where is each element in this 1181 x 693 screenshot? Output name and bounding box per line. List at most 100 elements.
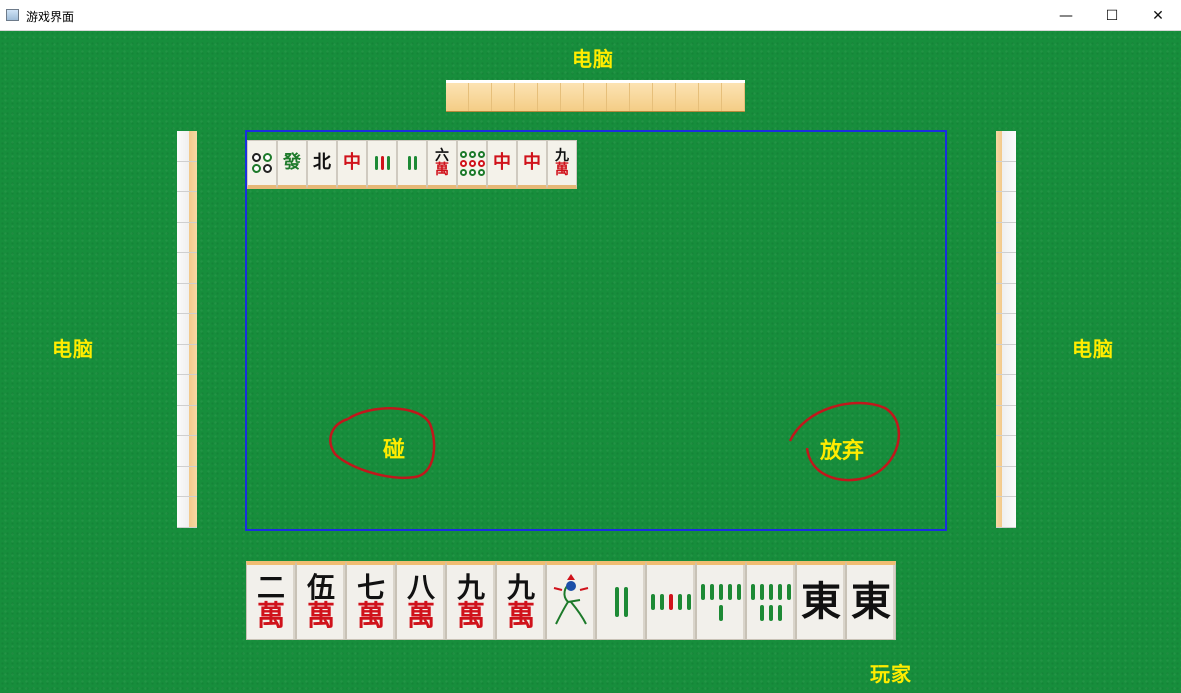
hand-tile[interactable]: 東	[796, 561, 846, 640]
window-titlebar: 游戏界面 — ☐ ✕	[0, 0, 1181, 31]
bamboo-stick	[787, 583, 791, 600]
tile-character: 中	[493, 152, 511, 173]
game-table: 电脑 电脑 电脑 玩家 發北中六萬中中九萬 碰 放弃 二萬伍萬七萬八萬九萬九萬東…	[0, 31, 1181, 693]
circle-dot	[459, 159, 467, 167]
hand-tile[interactable]: 七萬	[346, 561, 396, 640]
tile-number: 九	[506, 571, 535, 604]
bamboo-icon	[601, 587, 641, 617]
tile-back	[177, 375, 197, 406]
bamboo-stick	[614, 587, 619, 617]
discard-tile: 九萬	[547, 140, 577, 189]
tile-character: 中	[343, 152, 361, 173]
tile-back	[177, 405, 197, 436]
hand-tile[interactable]	[746, 561, 796, 640]
bamboo-stick	[769, 583, 773, 600]
tile-back	[996, 344, 1016, 375]
tile-character: 東	[801, 578, 841, 625]
hand-tile[interactable]: 九萬	[496, 561, 546, 640]
circle-dot	[468, 159, 476, 167]
tile-back	[630, 83, 653, 111]
tile-back	[177, 161, 197, 192]
tile-number: 八	[406, 571, 435, 604]
tile-back	[676, 83, 699, 111]
hand-tile[interactable]: 伍萬	[296, 561, 346, 640]
right-player-hand	[996, 131, 1016, 528]
tile-back	[177, 131, 197, 162]
tile-back	[996, 436, 1016, 467]
bamboo-icon	[370, 156, 394, 170]
bamboo-stick	[386, 156, 390, 170]
discard-tile: 發	[277, 140, 307, 189]
tile-back	[469, 83, 492, 111]
bamboo-stick	[407, 156, 411, 170]
tile-back	[996, 405, 1016, 436]
tile-back	[584, 83, 607, 111]
circle-dot	[252, 164, 261, 173]
tile-back	[177, 314, 197, 345]
tile-suit: 萬	[306, 599, 335, 632]
tile-back	[996, 314, 1016, 345]
hand-tile[interactable]: 東	[846, 561, 896, 640]
hand-tile[interactable]: 二萬	[246, 561, 296, 640]
bamboo-stick	[760, 583, 764, 600]
discard-tile: 六萬	[427, 140, 457, 189]
tile-back	[538, 83, 561, 111]
discard-tile	[397, 140, 427, 189]
bamboo-stick	[778, 583, 782, 600]
tile-back	[177, 466, 197, 497]
tile-back	[177, 253, 197, 284]
maximize-button[interactable]: ☐	[1089, 0, 1135, 31]
circle-dot	[459, 168, 467, 176]
left-player-label: 电脑	[52, 337, 94, 361]
bamboo-stick	[660, 594, 664, 610]
circle-dot	[468, 168, 476, 176]
bamboo-stick	[687, 594, 691, 610]
hand-tile[interactable]: 九萬	[446, 561, 496, 640]
tile-back	[722, 83, 745, 111]
tile-back	[996, 497, 1016, 528]
tile-back	[177, 192, 197, 223]
discard-tile	[247, 140, 277, 189]
circle-dot	[263, 153, 272, 162]
tile-back	[996, 222, 1016, 253]
tile-suit: 萬	[555, 162, 569, 178]
right-player-label: 电脑	[1072, 337, 1114, 361]
discard-pile: 發北中六萬中中九萬	[247, 140, 577, 189]
bamboo-stick	[737, 583, 741, 600]
hand-tile[interactable]	[596, 561, 646, 640]
bamboo-icon	[400, 156, 424, 170]
bamboo-stick	[380, 156, 384, 170]
discard-tile	[367, 140, 397, 189]
hand-tile[interactable]	[546, 561, 596, 640]
app-icon	[6, 9, 19, 21]
close-button[interactable]: ✕	[1135, 0, 1181, 31]
tile-number: 七	[356, 571, 385, 604]
bamboo-stick	[701, 583, 705, 600]
bamboo-stick	[778, 604, 782, 621]
hand-tile[interactable]	[646, 561, 696, 640]
bamboo-stick	[651, 594, 655, 610]
tile-back	[996, 192, 1016, 223]
hand-tile[interactable]: 八萬	[396, 561, 446, 640]
discard-tile: 中	[517, 140, 547, 189]
bamboo-stick	[374, 156, 378, 170]
minimize-button[interactable]: —	[1043, 0, 1089, 31]
tile-character: 北	[313, 152, 331, 173]
tile-character: 發	[283, 152, 301, 173]
tile-back	[996, 375, 1016, 406]
hand-tile[interactable]	[696, 561, 746, 640]
tile-suit: 萬	[435, 162, 449, 178]
circles-icon	[459, 150, 485, 176]
bamboo-stick	[623, 587, 628, 617]
discard-tile: 中	[337, 140, 367, 189]
pass-button[interactable]: 放弃	[820, 433, 864, 465]
bamboo-stick	[669, 594, 673, 610]
bamboo-icon	[751, 583, 791, 621]
tile-number: 伍	[306, 571, 335, 604]
bamboo-stick	[719, 583, 723, 600]
tile-character: 東	[851, 578, 891, 625]
bamboo-icon	[701, 583, 741, 621]
pong-button[interactable]: 碰	[383, 432, 405, 464]
left-player-hand	[177, 131, 197, 528]
tile-back	[177, 436, 197, 467]
